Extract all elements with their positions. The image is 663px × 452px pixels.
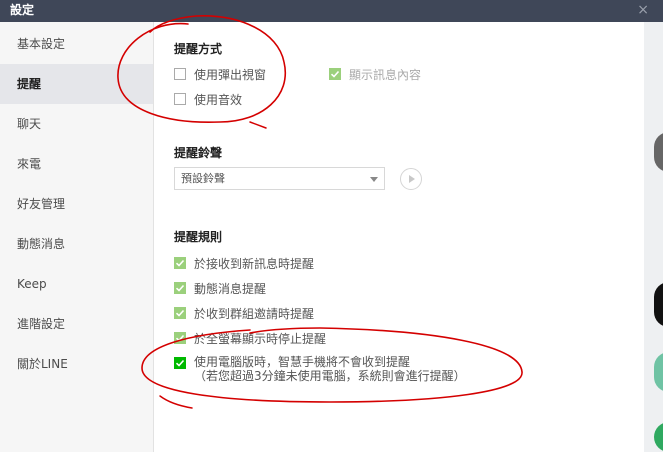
play-button[interactable]: [400, 168, 422, 190]
settings-panel: 提醒方式 使用彈出視窗 使用音效 顯示訊息內容 提醒鈴聲 預設鈴聲 提醒規則 於…: [154, 22, 644, 452]
check-icon: [175, 259, 185, 267]
notify-method-title: 提醒方式: [174, 42, 223, 56]
check-icon: [175, 334, 185, 342]
sound-checkbox[interactable]: [174, 93, 186, 105]
check-icon: [175, 359, 185, 367]
rule-new-message-checkbox[interactable]: [174, 257, 186, 269]
check-icon: [175, 309, 185, 317]
sidebar-item-notifications[interactable]: 提醒: [0, 64, 153, 104]
title-bar: 設定 ×: [0, 0, 663, 22]
close-icon[interactable]: ×: [637, 0, 649, 20]
rule-new-message-label: 於接收到新訊息時提醒: [194, 256, 315, 271]
rule-desktop-active-checkbox[interactable]: [174, 357, 186, 369]
rule-fullscreen-label: 於全螢幕顯示時停止提醒: [194, 331, 327, 346]
show-content-option: 顯示訊息內容: [329, 66, 421, 82]
rule-group-invite-checkbox[interactable]: [174, 307, 186, 319]
rule-desktop-active-label: 使用電腦版時，智慧手機將不會收到提醒: [194, 355, 411, 369]
sidebar-item-calls[interactable]: 來電: [0, 144, 153, 184]
check-icon: [175, 284, 185, 292]
play-icon: [409, 175, 415, 183]
popup-option[interactable]: 使用彈出視窗: [174, 66, 266, 82]
ringtone-title: 提醒鈴聲: [174, 146, 223, 160]
rule-group-invite-label: 於收到群組邀請時提醒: [194, 306, 315, 321]
sidebar-item-about[interactable]: 關於LINE: [0, 344, 153, 384]
sidebar-item-chat[interactable]: 聊天: [0, 104, 153, 144]
popup-checkbox[interactable]: [174, 68, 186, 80]
rule-new-message[interactable]: 於接收到新訊息時提醒: [174, 255, 314, 271]
sound-label: 使用音效: [194, 92, 243, 107]
rules-title: 提醒規則: [174, 230, 223, 244]
sound-option[interactable]: 使用音效: [174, 91, 242, 107]
rule-desktop-active-text: 使用電腦版時，智慧手機將不會收到提醒 （若您超過3分鐘未使用電腦，系統則會進行提…: [194, 355, 466, 383]
sidebar-item-keep[interactable]: Keep: [0, 264, 153, 304]
rule-timeline[interactable]: 動態消息提醒: [174, 280, 266, 296]
sidebar-item-basic[interactable]: 基本設定: [0, 24, 153, 64]
check-icon: [330, 70, 340, 78]
background-avatar: [654, 352, 663, 392]
sidebar-item-advanced[interactable]: 進階設定: [0, 304, 153, 344]
chevron-down-icon: [370, 177, 378, 182]
rule-fullscreen[interactable]: 於全螢幕顯示時停止提醒: [174, 330, 326, 346]
rule-group-invite[interactable]: 於收到群組邀請時提醒: [174, 305, 314, 321]
window-title: 設定: [10, 3, 35, 17]
rule-timeline-label: 動態消息提醒: [194, 281, 267, 296]
show-content-label: 顯示訊息內容: [349, 67, 422, 82]
show-content-checkbox: [329, 68, 341, 80]
sidebar-item-friends[interactable]: 好友管理: [0, 184, 153, 224]
rule-timeline-checkbox[interactable]: [174, 282, 186, 294]
background-avatar: [654, 282, 663, 327]
background-avatar: [654, 132, 663, 172]
background-avatar: [654, 422, 663, 452]
sidebar-item-timeline[interactable]: 動態消息: [0, 224, 153, 264]
sidebar: 基本設定 提醒 聊天 來電 好友管理 動態消息 Keep 進階設定 關於LINE: [0, 22, 154, 452]
background-window-edge: [644, 22, 663, 452]
rule-desktop-active[interactable]: 使用電腦版時，智慧手機將不會收到提醒 （若您超過3分鐘未使用電腦，系統則會進行提…: [174, 355, 466, 383]
rule-fullscreen-checkbox[interactable]: [174, 332, 186, 344]
ringtone-select[interactable]: 預設鈴聲: [174, 167, 385, 190]
ringtone-value: 預設鈴聲: [181, 172, 225, 185]
popup-label: 使用彈出視窗: [194, 67, 267, 82]
rule-desktop-active-sublabel: （若您超過3分鐘未使用電腦，系統則會進行提醒）: [194, 369, 466, 383]
